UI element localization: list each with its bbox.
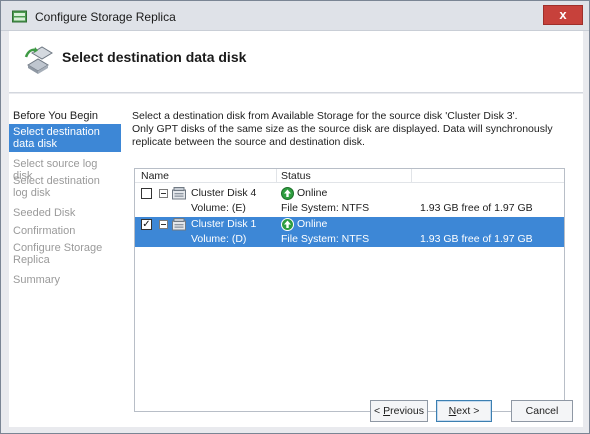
nav-step-select-destination-log-disk: Select destination log disk [9, 173, 121, 201]
disk-status: Online [297, 218, 328, 230]
disk-file-system: File System: NTFS [281, 233, 370, 245]
cancel-button[interactable]: Cancel [511, 400, 573, 422]
collapse-toggle-icon[interactable] [159, 189, 168, 198]
disk-list[interactable]: Name Status Cluster Disk 4 Online Volume… [134, 168, 565, 412]
disk-free-space: 1.93 GB free of 1.97 GB [420, 202, 533, 214]
nav-step-summary: Summary [9, 272, 121, 288]
column-separator[interactable] [276, 169, 277, 182]
disk-row-cluster-disk-1-details[interactable]: Volume: (D) File System: NTFS 1.93 GB fr… [135, 232, 564, 247]
nav-step-label: Confirmation [13, 225, 76, 237]
window-title: Configure Storage Replica [35, 10, 176, 24]
disk-free-space: 1.93 GB free of 1.97 GB [420, 233, 533, 245]
page-title: Select destination data disk [62, 49, 247, 65]
collapse-toggle-icon[interactable] [159, 220, 168, 229]
previous-button-rest: revious [390, 405, 424, 417]
disk-volume: Volume: (D) [191, 233, 247, 245]
next-button[interactable]: Next > [436, 400, 492, 422]
title-bar[interactable]: Configure Storage Replica x [1, 1, 589, 31]
cluster-disk-icon [172, 218, 186, 231]
select-disk-checkbox-checked[interactable]: ✓ [141, 219, 152, 230]
disk-row-cluster-disk-1[interactable]: ✓ Cluster Disk 1 Online [135, 217, 564, 232]
instructions-line-2: Only GPT disks of the same size as the s… [132, 123, 553, 148]
disk-status: Online [297, 187, 328, 199]
column-header-name[interactable]: Name [141, 170, 169, 182]
nav-step-select-destination-data-disk[interactable]: Select destination data disk [9, 124, 121, 152]
previous-button-prefix: < [374, 405, 384, 417]
close-icon: x [559, 7, 567, 22]
select-disk-checkbox[interactable] [141, 188, 152, 199]
column-header-status[interactable]: Status [281, 170, 311, 182]
nav-step-label: Configure Storage Replica [13, 242, 103, 266]
disk-name: Cluster Disk 1 [191, 218, 257, 230]
disk-file-system: File System: NTFS [281, 202, 370, 214]
close-button[interactable]: x [543, 5, 583, 25]
disk-volume: Volume: (E) [191, 202, 246, 214]
replicate-disks-icon [24, 46, 53, 74]
disk-list-header: Name Status [135, 169, 564, 183]
online-status-icon [281, 218, 294, 231]
nav-step-seeded-disk: Seeded Disk [9, 205, 121, 221]
previous-button[interactable]: < Previous [370, 400, 428, 422]
wizard-main-panel: Select a destination disk from Available… [124, 94, 581, 424]
online-status-icon [281, 187, 294, 200]
wizard-content: Before You Begin Select destination data… [9, 94, 583, 427]
cluster-disk-icon [172, 187, 186, 200]
nav-step-confirmation: Confirmation [9, 223, 121, 239]
next-button-rest: ext > [456, 405, 480, 417]
nav-step-label: Seeded Disk [13, 207, 76, 219]
nav-step-label: Before You Begin [13, 110, 99, 122]
wizard-steps-nav: Before You Begin Select destination data… [9, 94, 121, 424]
cancel-button-label: Cancel [525, 405, 559, 417]
nav-step-label: Select destination log disk [13, 175, 100, 199]
nav-step-before-you-begin[interactable]: Before You Begin [9, 108, 121, 124]
nav-step-label: Select destination data disk [13, 126, 100, 150]
instructions-line-1: Select a destination disk from Available… [132, 110, 518, 122]
storage-replica-app-icon [12, 10, 27, 23]
wizard-window: Configure Storage Replica x Select desti… [0, 0, 590, 434]
column-separator[interactable] [411, 169, 412, 182]
disk-row-cluster-disk-4-details[interactable]: Volume: (E) File System: NTFS 1.93 GB fr… [135, 201, 564, 216]
instructions-text: Select a destination disk from Available… [132, 110, 580, 149]
disk-row-cluster-disk-4[interactable]: Cluster Disk 4 Online [135, 186, 564, 201]
disk-name: Cluster Disk 4 [191, 187, 257, 199]
nav-step-configure-storage-replica: Configure Storage Replica [9, 240, 121, 268]
nav-step-label: Summary [13, 274, 61, 286]
wizard-header: Select destination data disk [9, 31, 583, 93]
